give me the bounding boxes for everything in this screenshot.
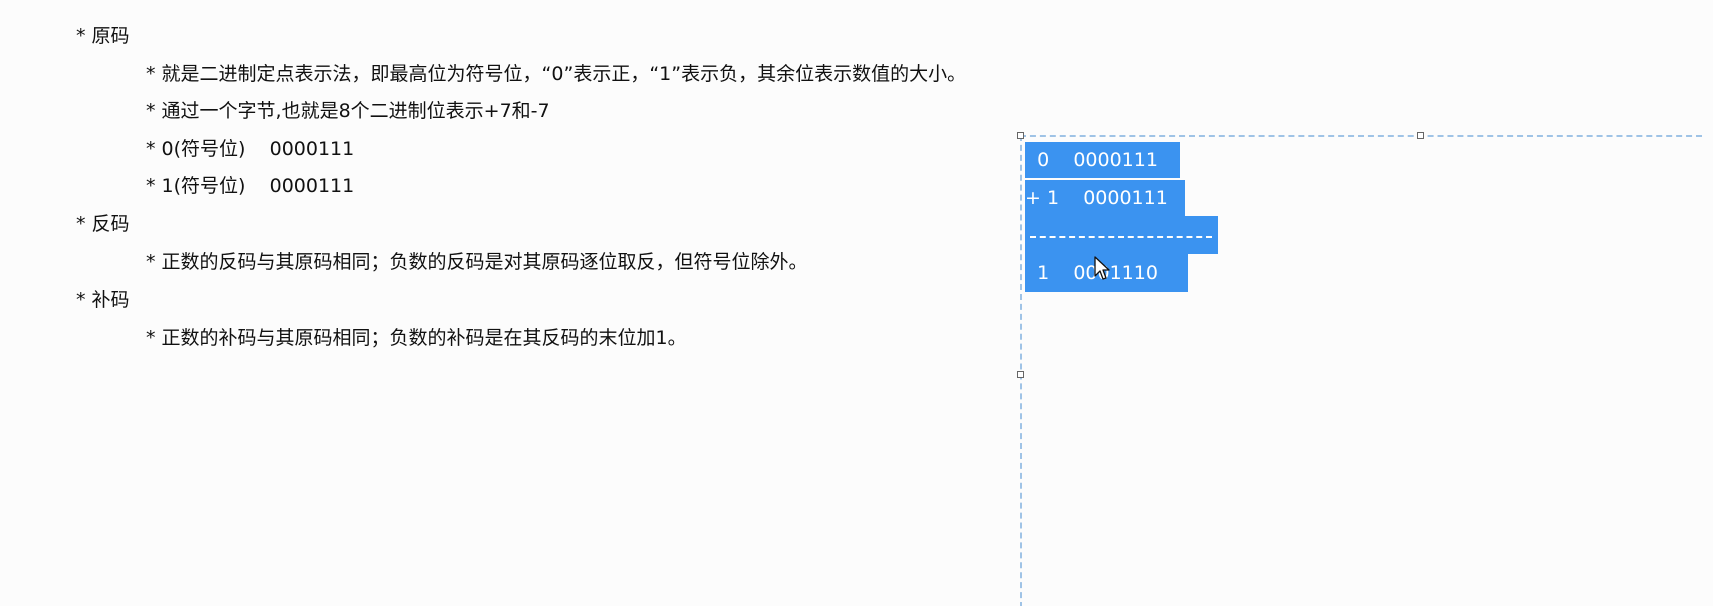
calc-separator-line [1030, 236, 1212, 238]
heading-yuanma: * 原码 [76, 25, 130, 47]
heading-buma: * 补码 [76, 289, 130, 311]
resize-handle-top-middle[interactable] [1417, 132, 1424, 139]
yuanma-negative-example: * 1(符号位) 0000111 [146, 175, 355, 197]
yuanma-positive-example: * 0(符号位) 0000111 [146, 138, 355, 160]
yuanma-description: * 就是二进制定点表示法，即最高位为符号位，“0”表示正，“1”表示负，其余位表… [146, 63, 967, 85]
heading-fanma: * 反码 [76, 213, 130, 235]
resize-handle-top-left[interactable] [1017, 132, 1024, 139]
calc-separator-block [1025, 216, 1218, 254]
calc-row-1[interactable]: 0 0000111 [1025, 142, 1180, 178]
slide-canvas: * 原码 * 就是二进制定点表示法，即最高位为符号位，“0”表示正，“1”表示负… [0, 0, 1713, 606]
calc-row-2[interactable]: + 1 0000111 [1025, 180, 1185, 216]
fanma-description: * 正数的反码与其原码相同；负数的反码是对其原码逐位取反，但符号位除外。 [146, 251, 808, 273]
yuanma-byte-note: * 通过一个字节,也就是8个二进制位表示+7和-7 [146, 100, 550, 122]
buma-description: * 正数的补码与其原码相同；负数的补码是在其反码的末位加1。 [146, 327, 687, 349]
resize-handle-left-middle[interactable] [1017, 371, 1024, 378]
mouse-pointer-icon [1094, 256, 1110, 280]
